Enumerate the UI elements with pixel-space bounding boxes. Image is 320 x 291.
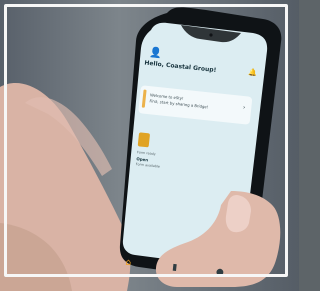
- white-border-frame: [4, 4, 288, 277]
